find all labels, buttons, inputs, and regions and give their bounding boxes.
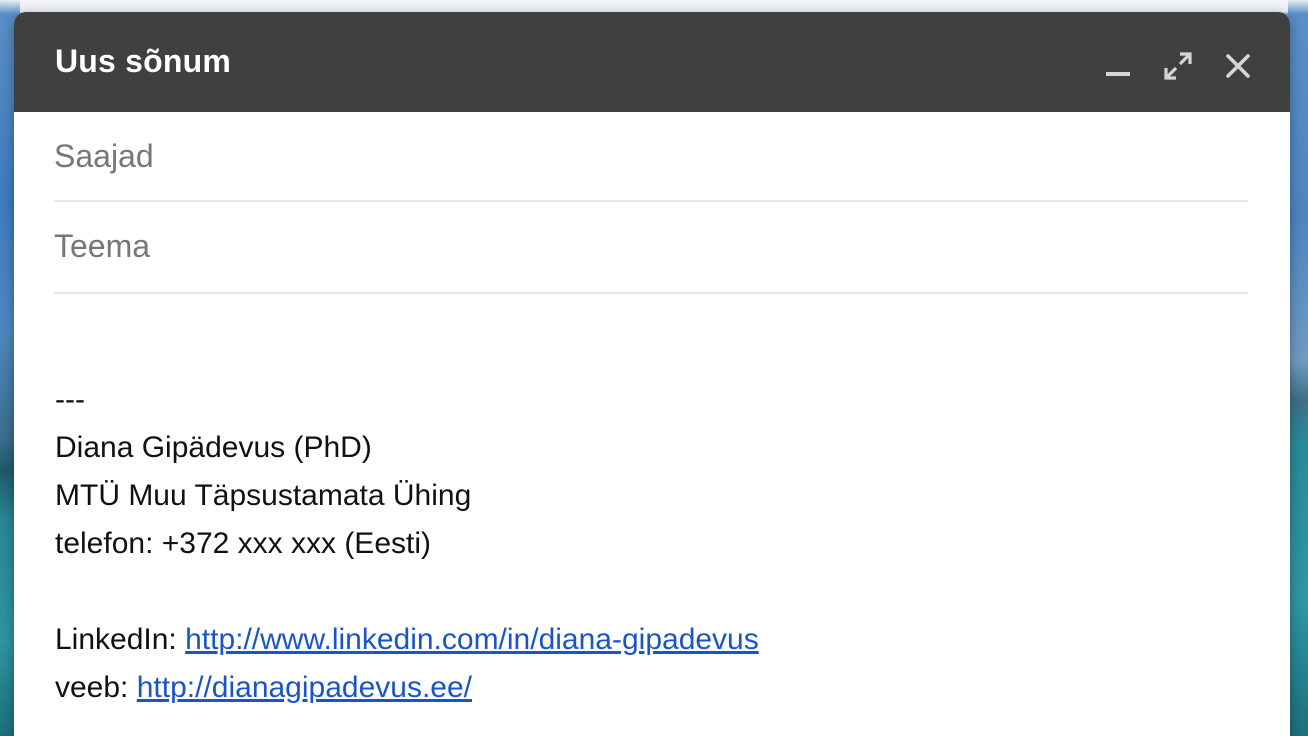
window-actions (1100, 48, 1256, 84)
close-button[interactable] (1220, 48, 1256, 84)
expand-icon (1164, 52, 1192, 80)
signature-phone: telefon: +372 xxx xxx (Eesti) (55, 527, 431, 560)
web-link[interactable]: http://dianagipadevus.ee/ (137, 671, 472, 704)
message-body[interactable]: --- Diana Gipädevus (PhD) MTÜ Muu Täpsus… (55, 376, 1290, 712)
compose-titlebar[interactable]: Uus sõnum (14, 12, 1290, 112)
linkedin-label: LinkedIn: (55, 623, 186, 656)
background-right (1288, 0, 1308, 736)
minimize-icon (1106, 72, 1130, 76)
signature-organization: MTÜ Muu Täpsustamata Ühing (55, 479, 472, 512)
signature-separator: --- (55, 383, 85, 416)
compose-title: Uus sõnum (55, 43, 232, 79)
web-label: veeb: (55, 671, 137, 704)
signature-web: veeb: http://dianagipadevus.ee/ (55, 664, 1290, 712)
signature-name: Diana Gipädevus (PhD) (55, 431, 372, 464)
recipients-input[interactable] (54, 134, 1248, 178)
recipients-field (54, 112, 1248, 202)
signature-linkedin: LinkedIn: http://www.linkedin.com/in/dia… (55, 616, 1290, 664)
expand-button[interactable] (1160, 48, 1196, 84)
close-icon (1226, 54, 1250, 78)
linkedin-link[interactable]: http://www.linkedin.com/in/diana-gipadev… (185, 623, 759, 656)
subject-field (54, 202, 1248, 294)
compose-window: Uus sõnum Saajad Teema --- Diana Gipädev… (14, 12, 1290, 736)
subject-input[interactable] (54, 224, 1248, 268)
minimize-button[interactable] (1100, 48, 1136, 84)
